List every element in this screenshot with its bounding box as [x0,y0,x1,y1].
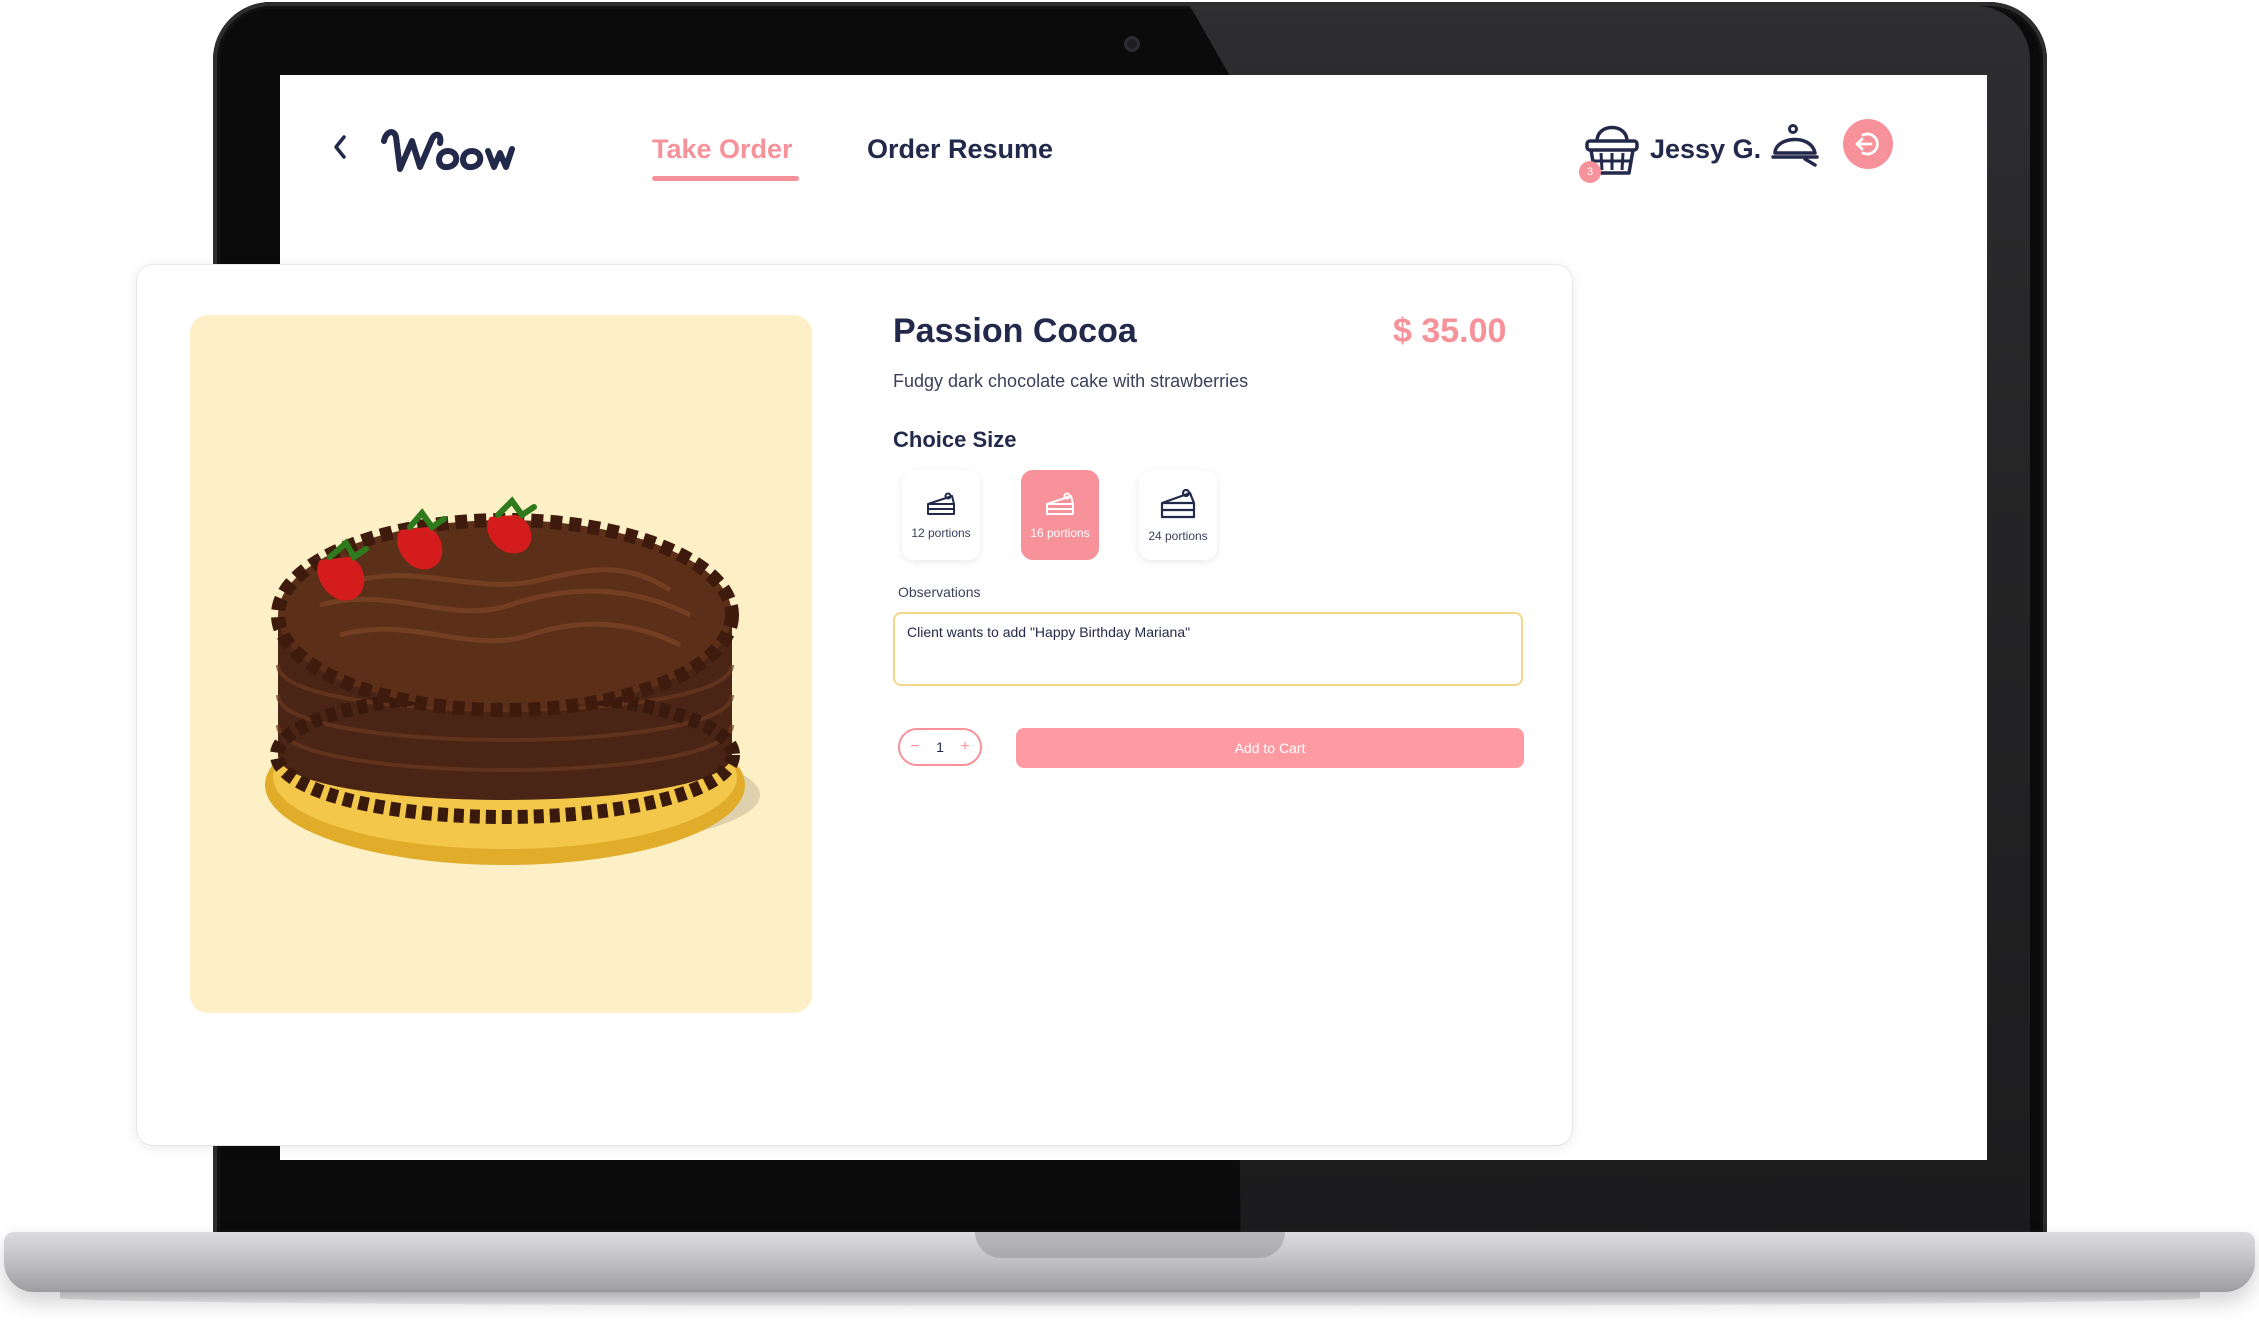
decrement-button[interactable]: − [908,738,922,756]
cake-slice-icon [1160,488,1196,519]
size-option-16[interactable]: 16 portions [1021,470,1099,560]
cloche-icon [1771,124,1819,167]
laptop-notch [975,1232,1285,1258]
user-name[interactable]: Jessy G. [1650,127,1761,171]
tab-take-order[interactable]: Take Order [652,127,799,181]
size-option-label: 24 portions [1148,529,1208,543]
size-option-12[interactable]: 12 portions [902,470,980,560]
laptop-camera [1124,36,1140,52]
observations-field[interactable]: Client wants to add "Happy Birthday Mari… [893,612,1523,686]
cake-slice-icon [1046,492,1074,515]
back-button[interactable] [326,130,354,164]
tab-order-resume[interactable]: Order Resume [867,127,1053,171]
chocolate-cake-image [265,496,760,865]
size-option-24[interactable]: 24 portions [1139,470,1217,560]
cake-slice-icon [927,492,955,515]
product-description: Fudgy dark chocolate cake with strawberr… [893,371,1249,391]
brand-logo[interactable] [372,111,522,183]
logout-icon [1855,132,1879,156]
size-option-label: 16 portions [1030,526,1090,540]
logout-button[interactable] [1843,119,1893,169]
cart-count-badge: 3 [1579,161,1601,183]
product-title: Passion Cocoa [893,312,1137,350]
orders-button[interactable] [1771,119,1819,169]
brand-logo-signature [381,129,515,172]
quantity-stepper: − 1 + [898,728,982,766]
size-option-label: 12 portions [911,526,971,540]
product-image-panel [190,315,812,1013]
laptop-base-shadow [60,1290,2200,1306]
product-price: $ 35.00 [1393,312,1507,350]
add-to-cart-button[interactable]: Add to Cart [1016,728,1524,768]
increment-button[interactable]: + [958,738,972,756]
size-heading: Choice Size [893,427,1017,452]
observations-label: Observations [898,584,981,600]
chevron-left-icon [334,135,346,159]
quantity-value[interactable]: 1 [936,739,944,755]
